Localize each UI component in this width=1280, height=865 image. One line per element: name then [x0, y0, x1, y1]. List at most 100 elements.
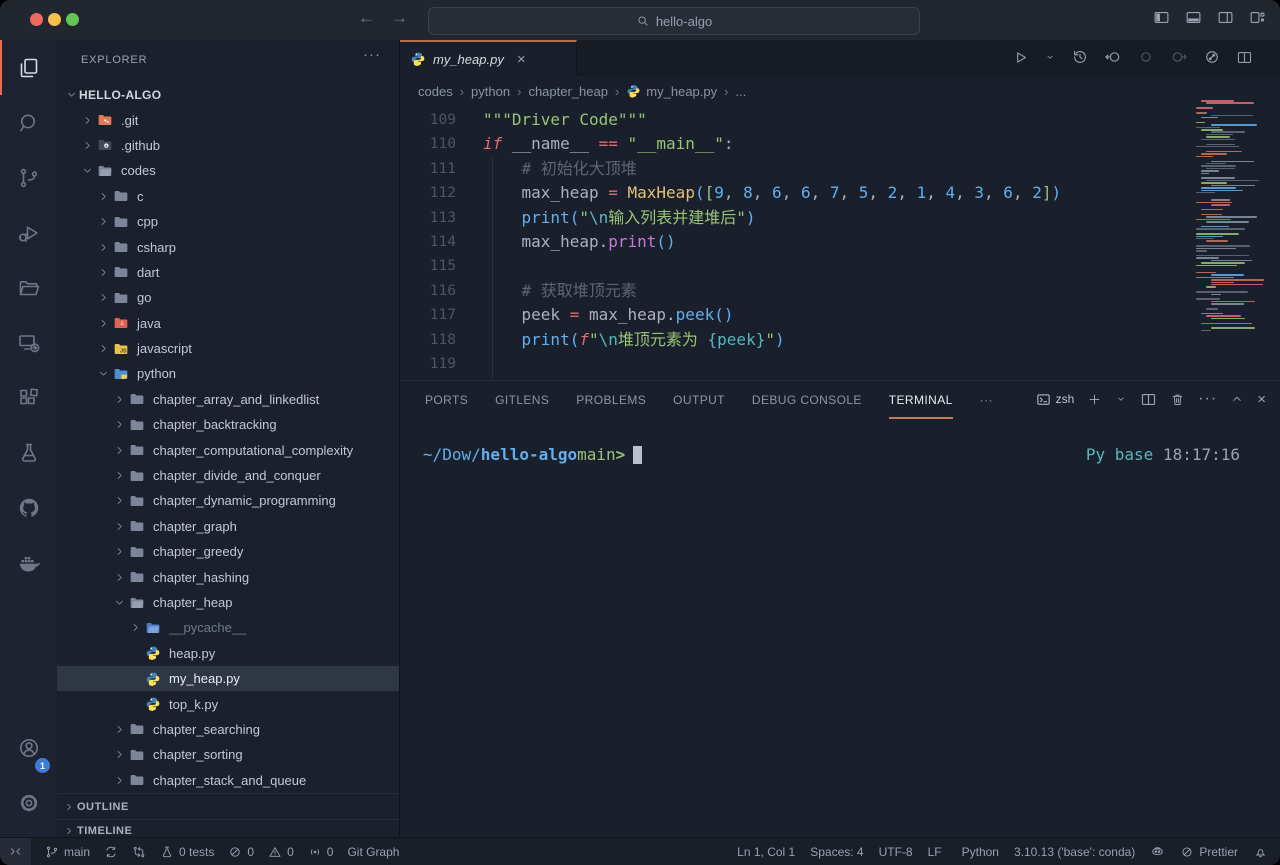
tree-item-chapter-hashing[interactable]: chapter_hashing — [57, 564, 399, 589]
tree-item-go[interactable]: go — [57, 285, 399, 310]
tree-item--git[interactable]: .git — [57, 107, 399, 132]
tree-item-chapter-searching[interactable]: chapter_searching — [57, 717, 399, 742]
code-editor[interactable]: 109"""Driver Code"""110if __name__ == "_… — [400, 108, 1190, 380]
activity-accounts[interactable]: 1 — [0, 720, 57, 775]
panel-tab-problems[interactable]: PROBLEMS — [576, 381, 646, 419]
panel-tab-gitlens[interactable]: GITLENS — [495, 381, 549, 419]
tree-item-hello-algo[interactable]: HELLO-ALGO — [57, 82, 399, 107]
explorer-more-actions-icon[interactable]: ··· — [363, 46, 381, 63]
code-line[interactable]: 114 max_heap.print() — [400, 230, 1190, 254]
shell-picker[interactable]: zsh — [1036, 392, 1075, 407]
code-line[interactable]: 110if __name__ == "__main__": — [400, 132, 1190, 156]
nav-forward-icon[interactable]: → — [391, 8, 408, 28]
status-tests[interactable]: 0 tests — [160, 838, 214, 865]
tree-item-chapter-greedy[interactable]: chapter_greedy — [57, 539, 399, 564]
zoom-window-button[interactable] — [66, 13, 79, 26]
breadcrumb-item--[interactable]: ... — [735, 84, 746, 99]
activity-extensions[interactable] — [0, 370, 57, 425]
status-errors[interactable]: 0 — [228, 838, 254, 865]
activity-folders[interactable] — [0, 260, 57, 315]
status-language-mode[interactable]: Python — [957, 838, 999, 865]
tree-item-heap-py[interactable]: heap.py — [57, 641, 399, 666]
breadcrumb-item-my-heap-py[interactable]: my_heap.py — [626, 83, 717, 99]
tree-item-chapter-dynamic-programming[interactable]: chapter_dynamic_programming — [57, 488, 399, 513]
status-remote-indicator[interactable] — [0, 838, 31, 865]
maximize-panel[interactable] — [1230, 392, 1244, 406]
history-icon[interactable] — [1071, 48, 1089, 66]
tree-item-chapter-backtracking[interactable]: chapter_backtracking — [57, 412, 399, 437]
code-line[interactable]: 111 # 初始化大顶堆 — [400, 157, 1190, 181]
nav-back-icon[interactable] — [1104, 48, 1122, 66]
layout-sidebar-left-icon[interactable] — [1153, 9, 1170, 26]
run-icon[interactable] — [1012, 49, 1029, 66]
status-copilot[interactable] — [1150, 838, 1165, 865]
breadcrumb-item-codes[interactable]: codes — [418, 84, 453, 99]
panel-tab-debug-console[interactable]: DEBUG CONSOLE — [752, 381, 862, 419]
tree-item--github[interactable]: .github — [57, 133, 399, 158]
layout-sidebar-right-icon[interactable] — [1217, 9, 1234, 26]
tree-item-javascript[interactable]: JSjavascript — [57, 336, 399, 361]
nav-back-icon[interactable]: ← — [358, 8, 375, 28]
tree-item-codes[interactable]: codes — [57, 158, 399, 183]
command-center-search[interactable]: hello-algo — [428, 7, 920, 35]
tree-item-c[interactable]: c — [57, 184, 399, 209]
status-git-graph[interactable]: Git Graph — [347, 838, 399, 865]
code-line[interactable]: 118 print(f"\n堆顶元素为 {peek}") — [400, 328, 1190, 352]
code-line[interactable]: 113 print("\n输入列表并建堆后") — [400, 206, 1190, 230]
activity-run-debug[interactable] — [0, 205, 57, 260]
activity-testing[interactable] — [0, 425, 57, 480]
tree-item-cpp[interactable]: cpp — [57, 209, 399, 234]
status-encoding[interactable]: UTF-8 — [879, 838, 913, 865]
tree-item-chapter-divide-and-conquer[interactable]: chapter_divide_and_conquer — [57, 463, 399, 488]
tree-item-java[interactable]: java — [57, 311, 399, 336]
code-line[interactable]: 112 max_heap = MaxHeap([9, 8, 6, 6, 7, 5… — [400, 181, 1190, 205]
tree-item-top-k-py[interactable]: top_k.py — [57, 691, 399, 716]
tree-item-my-heap-py[interactable]: my_heap.py — [57, 666, 399, 691]
status-prettier[interactable]: Prettier — [1180, 838, 1238, 865]
status-python-interpreter[interactable]: 3.10.13 ('base': conda) — [1014, 838, 1135, 865]
minimize-window-button[interactable] — [48, 13, 61, 26]
code-line[interactable]: 119 — [400, 352, 1190, 376]
panel-tab-ports[interactable]: PORTS — [425, 381, 468, 419]
terminal-more-actions[interactable]: ··· — [1198, 390, 1217, 408]
status-git-sync[interactable] — [104, 838, 118, 865]
outline-section[interactable]: OUTLINE — [57, 793, 399, 819]
tree-item-dart[interactable]: dart — [57, 260, 399, 285]
kill-terminal[interactable] — [1170, 392, 1185, 407]
tree-item-chapter-sorting[interactable]: chapter_sorting — [57, 742, 399, 767]
code-line[interactable]: 115 — [400, 254, 1190, 278]
chevron-down-small-icon[interactable] — [1044, 51, 1056, 63]
tree-item-python[interactable]: python — [57, 361, 399, 386]
panel-more-tabs[interactable]: ··· — [980, 381, 993, 419]
activity-github[interactable] — [0, 480, 57, 535]
status-eol[interactable]: LF — [928, 838, 942, 865]
code-line[interactable]: 109"""Driver Code""" — [400, 108, 1190, 132]
layout-customize-icon[interactable] — [1249, 9, 1266, 26]
graph-icon[interactable] — [1203, 48, 1221, 66]
code-line[interactable]: 117 peek = max_heap.peek() — [400, 303, 1190, 327]
activity-remote-explorer[interactable] — [0, 315, 57, 370]
terminal-launch-profile[interactable] — [1115, 393, 1127, 405]
breadcrumb-item-python[interactable]: python — [471, 84, 510, 99]
code-line[interactable]: 116 # 获取堆顶元素 — [400, 279, 1190, 303]
split-terminal[interactable] — [1140, 391, 1157, 408]
status-warnings[interactable]: 0 — [268, 838, 294, 865]
tree-item--pycache-[interactable]: __pycache__ — [57, 615, 399, 640]
status-indentation[interactable]: Spaces: 4 — [810, 838, 863, 865]
activity-settings[interactable] — [0, 775, 57, 830]
tree-item-chapter-graph[interactable]: chapter_graph — [57, 514, 399, 539]
layout-panel-icon[interactable] — [1185, 9, 1202, 26]
nav-circle-icon[interactable] — [1137, 48, 1155, 66]
panel-tab-terminal[interactable]: TERMINAL — [889, 381, 953, 419]
split-icon[interactable] — [1236, 49, 1253, 66]
minimap[interactable] — [1196, 100, 1274, 335]
status-notifications[interactable] — [1253, 838, 1268, 865]
close-panel[interactable]: × — [1257, 391, 1266, 408]
close-window-button[interactable] — [30, 13, 43, 26]
nav-forward-icon[interactable] — [1170, 48, 1188, 66]
activity-docker[interactable] — [0, 535, 57, 590]
breadcrumb-item-chapter-heap[interactable]: chapter_heap — [528, 84, 608, 99]
tab-my-heap-py[interactable]: my_heap.py × — [400, 40, 577, 76]
status-cursor-position[interactable]: Ln 1, Col 1 — [737, 838, 795, 865]
tab-close-icon[interactable]: × — [517, 51, 526, 68]
